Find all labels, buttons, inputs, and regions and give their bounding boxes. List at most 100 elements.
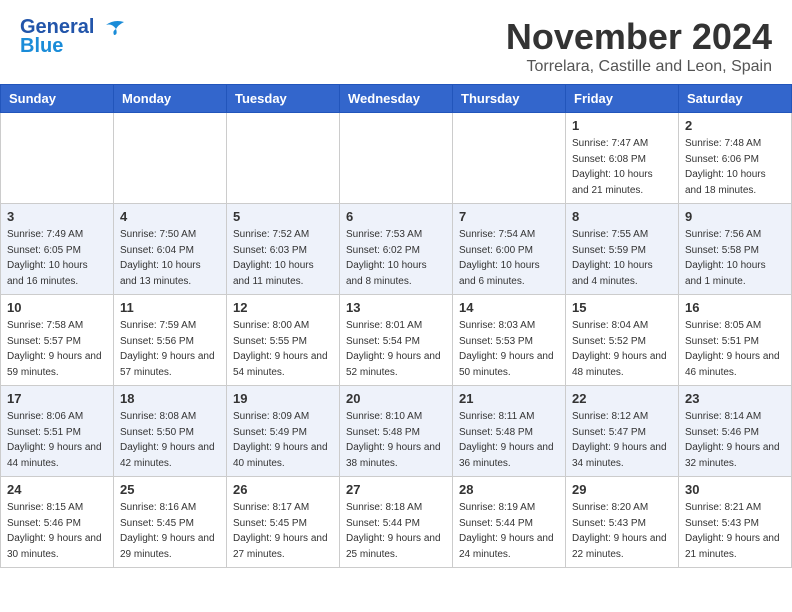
- calendar-cell: 27 Sunrise: 8:18 AM Sunset: 5:44 PM Dayli…: [340, 477, 453, 568]
- day-info: Sunrise: 7:50 AM Sunset: 6:04 PM Dayligh…: [120, 227, 220, 289]
- calendar-cell: 6 Sunrise: 7:53 AM Sunset: 6:02 PM Daylig…: [340, 204, 453, 295]
- calendar-cell: 7 Sunrise: 7:54 AM Sunset: 6:00 PM Daylig…: [453, 204, 566, 295]
- day-number: 28: [459, 482, 559, 497]
- day-number: 19: [233, 391, 333, 406]
- calendar-cell: 28 Sunrise: 8:19 AM Sunset: 5:44 PM Dayli…: [453, 477, 566, 568]
- day-info: Sunrise: 7:56 AM Sunset: 5:58 PM Dayligh…: [685, 227, 785, 289]
- title-section: November 2024 Torrelara, Castille and Le…: [506, 16, 772, 76]
- day-info: Sunrise: 7:48 AM Sunset: 6:06 PM Dayligh…: [685, 136, 785, 198]
- calendar-cell: [340, 113, 453, 204]
- logo: General Blue: [20, 16, 126, 58]
- calendar-cell: 8Sunrise: 7:55 AM Sunset: 5:59 PM Daylig…: [566, 204, 679, 295]
- day-info: Sunrise: 8:03 AM Sunset: 5:53 PM Dayligh…: [459, 318, 559, 380]
- day-info: Sunrise: 8:15 AM Sunset: 5:46 PM Dayligh…: [7, 500, 107, 562]
- calendar-cell: 25Sunrise: 8:16 AM Sunset: 5:45 PM Dayli…: [114, 477, 227, 568]
- day-info: Sunrise: 8:21 AM Sunset: 5:43 PM Dayligh…: [685, 500, 785, 562]
- day-info: Sunrise: 7:59 AM Sunset: 5:56 PM Dayligh…: [120, 318, 220, 380]
- calendar-cell: 10 Sunrise: 7:58 AM Sunset: 5:57 PM Dayli…: [1, 295, 114, 386]
- day-number: 12: [233, 300, 333, 315]
- weekday-header-sunday: Sunday: [1, 85, 114, 113]
- day-info: Sunrise: 8:09 AM Sunset: 5:49 PM Dayligh…: [233, 409, 333, 471]
- day-info: Sunrise: 7:52 AM Sunset: 6:03 PM Dayligh…: [233, 227, 333, 289]
- logo-blue: Blue: [20, 35, 63, 58]
- day-number: 7: [459, 209, 559, 224]
- day-number: 13: [346, 300, 446, 315]
- day-number: 22: [572, 391, 672, 406]
- calendar-cell: 1 Sunrise: 7:47 AM Sunset: 6:08 PM Daylig…: [566, 113, 679, 204]
- calendar: SundayMondayTuesdayWednesdayThursdayFrid…: [0, 84, 792, 568]
- calendar-cell: [453, 113, 566, 204]
- calendar-cell: 18 Sunrise: 8:08 AM Sunset: 5:50 PM Dayli…: [114, 386, 227, 477]
- calendar-cell: [114, 113, 227, 204]
- calendar-cell: 16Sunrise: 8:05 AM Sunset: 5:51 PM Dayli…: [679, 295, 792, 386]
- day-number: 21: [459, 391, 559, 406]
- day-info: Sunrise: 8:11 AM Sunset: 5:48 PM Dayligh…: [459, 409, 559, 471]
- calendar-cell: 11 Sunrise: 7:59 AM Sunset: 5:56 PM Dayli…: [114, 295, 227, 386]
- day-number: 3: [7, 209, 107, 224]
- day-info: Sunrise: 8:17 AM Sunset: 5:45 PM Dayligh…: [233, 500, 333, 562]
- week-row-1: 3 Sunrise: 7:49 AM Sunset: 6:05 PM Daylig…: [1, 204, 792, 295]
- week-row-4: 24 Sunrise: 8:15 AM Sunset: 5:46 PM Dayli…: [1, 477, 792, 568]
- week-row-0: 1 Sunrise: 7:47 AM Sunset: 6:08 PM Daylig…: [1, 113, 792, 204]
- day-info: Sunrise: 7:54 AM Sunset: 6:00 PM Dayligh…: [459, 227, 559, 289]
- calendar-cell: 2 Sunrise: 7:48 AM Sunset: 6:06 PM Daylig…: [679, 113, 792, 204]
- calendar-cell: 21 Sunrise: 8:11 AM Sunset: 5:48 PM Dayli…: [453, 386, 566, 477]
- day-info: Sunrise: 8:04 AM Sunset: 5:52 PM Dayligh…: [572, 318, 672, 380]
- day-number: 25: [120, 482, 220, 497]
- day-number: 10: [7, 300, 107, 315]
- day-info: Sunrise: 8:18 AM Sunset: 5:44 PM Dayligh…: [346, 500, 446, 562]
- day-number: 24: [7, 482, 107, 497]
- day-number: 2: [685, 118, 785, 133]
- day-info: Sunrise: 7:58 AM Sunset: 5:57 PM Dayligh…: [7, 318, 107, 380]
- location: Torrelara, Castille and Leon, Spain: [506, 58, 772, 76]
- day-number: 18: [120, 391, 220, 406]
- day-info: Sunrise: 7:47 AM Sunset: 6:08 PM Dayligh…: [572, 136, 672, 198]
- weekday-header-thursday: Thursday: [453, 85, 566, 113]
- day-number: 23: [685, 391, 785, 406]
- weekday-header-row: SundayMondayTuesdayWednesdayThursdayFrid…: [1, 85, 792, 113]
- calendar-cell: 3 Sunrise: 7:49 AM Sunset: 6:05 PM Daylig…: [1, 204, 114, 295]
- day-info: Sunrise: 7:55 AM Sunset: 5:59 PM Dayligh…: [572, 227, 672, 289]
- weekday-header-wednesday: Wednesday: [340, 85, 453, 113]
- calendar-cell: 19 Sunrise: 8:09 AM Sunset: 5:49 PM Dayli…: [227, 386, 340, 477]
- month-title: November 2024: [506, 16, 772, 58]
- day-number: 6: [346, 209, 446, 224]
- day-info: Sunrise: 8:12 AM Sunset: 5:47 PM Dayligh…: [572, 409, 672, 471]
- day-info: Sunrise: 8:01 AM Sunset: 5:54 PM Dayligh…: [346, 318, 446, 380]
- calendar-cell: 29 Sunrise: 8:20 AM Sunset: 5:43 PM Dayli…: [566, 477, 679, 568]
- week-row-2: 10 Sunrise: 7:58 AM Sunset: 5:57 PM Dayli…: [1, 295, 792, 386]
- calendar-cell: 17 Sunrise: 8:06 AM Sunset: 5:51 PM Dayli…: [1, 386, 114, 477]
- weekday-header-saturday: Saturday: [679, 85, 792, 113]
- calendar-cell: 24 Sunrise: 8:15 AM Sunset: 5:46 PM Dayli…: [1, 477, 114, 568]
- day-number: 27: [346, 482, 446, 497]
- calendar-cell: 9Sunrise: 7:56 AM Sunset: 5:58 PM Daylig…: [679, 204, 792, 295]
- weekday-header-monday: Monday: [114, 85, 227, 113]
- day-number: 20: [346, 391, 446, 406]
- day-info: Sunrise: 7:53 AM Sunset: 6:02 PM Dayligh…: [346, 227, 446, 289]
- calendar-cell: 26Sunrise: 8:17 AM Sunset: 5:45 PM Dayli…: [227, 477, 340, 568]
- calendar-cell: 23Sunrise: 8:14 AM Sunset: 5:46 PM Dayli…: [679, 386, 792, 477]
- calendar-cell: 14Sunrise: 8:03 AM Sunset: 5:53 PM Dayli…: [453, 295, 566, 386]
- calendar-cell: 22 Sunrise: 8:12 AM Sunset: 5:47 PM Dayli…: [566, 386, 679, 477]
- calendar-cell: [1, 113, 114, 204]
- day-number: 15: [572, 300, 672, 315]
- week-row-3: 17 Sunrise: 8:06 AM Sunset: 5:51 PM Dayli…: [1, 386, 792, 477]
- day-info: Sunrise: 8:19 AM Sunset: 5:44 PM Dayligh…: [459, 500, 559, 562]
- calendar-cell: 5 Sunrise: 7:52 AM Sunset: 6:03 PM Daylig…: [227, 204, 340, 295]
- day-number: 29: [572, 482, 672, 497]
- weekday-header-friday: Friday: [566, 85, 679, 113]
- logo-bird-icon: [96, 17, 126, 39]
- day-number: 11: [120, 300, 220, 315]
- day-number: 17: [7, 391, 107, 406]
- calendar-cell: 4Sunrise: 7:50 AM Sunset: 6:04 PM Daylig…: [114, 204, 227, 295]
- day-number: 1: [572, 118, 672, 133]
- weekday-header-tuesday: Tuesday: [227, 85, 340, 113]
- day-number: 5: [233, 209, 333, 224]
- day-info: Sunrise: 7:49 AM Sunset: 6:05 PM Dayligh…: [7, 227, 107, 289]
- calendar-cell: 30Sunrise: 8:21 AM Sunset: 5:43 PM Dayli…: [679, 477, 792, 568]
- day-info: Sunrise: 8:20 AM Sunset: 5:43 PM Dayligh…: [572, 500, 672, 562]
- day-info: Sunrise: 8:06 AM Sunset: 5:51 PM Dayligh…: [7, 409, 107, 471]
- calendar-cell: 13 Sunrise: 8:01 AM Sunset: 5:54 PM Dayli…: [340, 295, 453, 386]
- calendar-cell: [227, 113, 340, 204]
- day-info: Sunrise: 8:08 AM Sunset: 5:50 PM Dayligh…: [120, 409, 220, 471]
